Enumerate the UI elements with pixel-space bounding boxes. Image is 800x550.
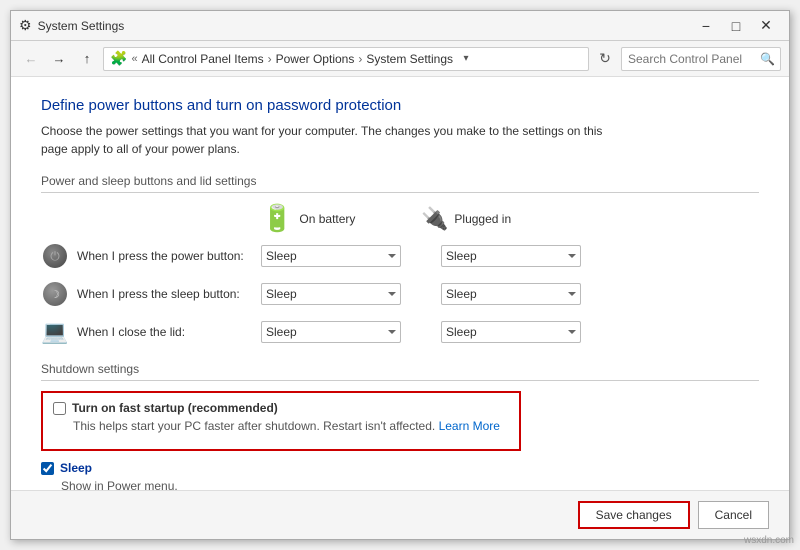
save-button[interactable]: Save changes bbox=[578, 501, 690, 529]
col-battery-header: 🔋 On battery bbox=[261, 203, 421, 234]
lid-plugged-select[interactable]: Sleep Do nothing Hibernate Shut down Tur… bbox=[441, 321, 581, 343]
toolbar: ← → ↑ 🧩 « All Control Panel Items › Powe… bbox=[11, 41, 789, 77]
search-input[interactable] bbox=[621, 47, 781, 71]
power-table: 🔋 On battery 🔌 Plugged in ⏻ When I pre bbox=[41, 203, 759, 346]
row3-text: When I close the lid: bbox=[77, 325, 185, 339]
row1-battery-cell: Sleep Do nothing Hibernate Shut down Tur… bbox=[261, 245, 421, 267]
back-button[interactable]: ← bbox=[19, 47, 43, 71]
close-button[interactable]: ✕ bbox=[751, 14, 781, 38]
section2-label: Shutdown settings bbox=[41, 362, 759, 381]
search-icon: 🔍 bbox=[760, 52, 775, 66]
breadcrumb-part3: System Settings bbox=[366, 52, 453, 66]
breadcrumb-sep2: › bbox=[358, 52, 362, 66]
plug-icon: 🔌 bbox=[421, 206, 448, 232]
titlebar-left: ⚙ System Settings bbox=[19, 17, 124, 34]
row2-plugged-cell: Sleep Do nothing Hibernate Shut down Tur… bbox=[441, 283, 601, 305]
table-row: ⏻ When I press the power button: Sleep D… bbox=[41, 242, 759, 270]
titlebar: ⚙ System Settings − □ ✕ bbox=[11, 11, 789, 41]
footer: Save changes Cancel bbox=[11, 490, 789, 539]
row1-text: When I press the power button: bbox=[77, 249, 244, 263]
plugged-label: Plugged in bbox=[454, 212, 511, 226]
breadcrumb-part2: Power Options bbox=[276, 52, 355, 66]
lid-battery-select[interactable]: Sleep Do nothing Hibernate Shut down Tur… bbox=[261, 321, 401, 343]
learn-more-link[interactable]: Learn More bbox=[439, 419, 500, 433]
row2-text: When I press the sleep button: bbox=[77, 287, 240, 301]
power-circle-icon: ⏻ bbox=[43, 244, 67, 268]
row3-label: 💻 When I close the lid: bbox=[41, 318, 261, 346]
main-content: Define power buttons and turn on passwor… bbox=[11, 77, 789, 490]
row3-plugged-cell: Sleep Do nothing Hibernate Shut down Tur… bbox=[441, 321, 601, 343]
window-title: System Settings bbox=[38, 19, 125, 33]
sleep-option: Sleep Show in Power menu. bbox=[41, 461, 759, 490]
titlebar-controls: − □ ✕ bbox=[691, 14, 781, 38]
row2-label: ☽ When I press the sleep button: bbox=[41, 280, 261, 308]
lid-icon-wrap: 💻 bbox=[41, 318, 69, 346]
row1-plugged-cell: Sleep Do nothing Hibernate Shut down Tur… bbox=[441, 245, 601, 267]
power-button-battery-select[interactable]: Sleep Do nothing Hibernate Shut down Tur… bbox=[261, 245, 401, 267]
fast-startup-row: Turn on fast startup (recommended) bbox=[53, 401, 509, 415]
sleep-button-icon-wrap: ☽ bbox=[41, 280, 69, 308]
table-row: 💻 When I close the lid: Sleep Do nothing… bbox=[41, 318, 759, 346]
page-title: Define power buttons and turn on passwor… bbox=[41, 97, 759, 114]
breadcrumb-sep1: › bbox=[268, 52, 272, 66]
fast-startup-desc: This helps start your PC faster after sh… bbox=[73, 419, 509, 433]
address-icon: 🧩 bbox=[110, 50, 127, 67]
page-description: Choose the power settings that you want … bbox=[41, 122, 621, 158]
power-button-plugged-select[interactable]: Sleep Do nothing Hibernate Shut down Tur… bbox=[441, 245, 581, 267]
sleep-circle-icon: ☽ bbox=[43, 282, 67, 306]
sleep-sublabel: Show in Power menu. bbox=[61, 479, 759, 490]
fast-startup-label[interactable]: Turn on fast startup (recommended) bbox=[72, 401, 278, 415]
table-header: 🔋 On battery 🔌 Plugged in bbox=[41, 203, 759, 234]
sleep-label[interactable]: Sleep bbox=[60, 461, 92, 475]
sleep-checkbox[interactable] bbox=[41, 462, 54, 475]
sleep-button-battery-select[interactable]: Sleep Do nothing Hibernate Shut down Tur… bbox=[261, 283, 401, 305]
section1-label: Power and sleep buttons and lid settings bbox=[41, 174, 759, 193]
breadcrumb-part1: All Control Panel Items bbox=[142, 52, 264, 66]
battery-icon: 🔋 bbox=[261, 203, 293, 234]
watermark: wsxdn.com bbox=[744, 535, 794, 546]
fast-startup-box: Turn on fast startup (recommended) This … bbox=[41, 391, 521, 451]
forward-button[interactable]: → bbox=[47, 47, 71, 71]
power-button-icon-wrap: ⏻ bbox=[41, 242, 69, 270]
row3-battery-cell: Sleep Do nothing Hibernate Shut down Tur… bbox=[261, 321, 421, 343]
maximize-button[interactable]: □ bbox=[721, 14, 751, 38]
lid-icon: 💻 bbox=[41, 319, 68, 345]
row1-label: ⏻ When I press the power button: bbox=[41, 242, 261, 270]
row2-battery-cell: Sleep Do nothing Hibernate Shut down Tur… bbox=[261, 283, 421, 305]
sleep-button-plugged-select[interactable]: Sleep Do nothing Hibernate Shut down Tur… bbox=[441, 283, 581, 305]
shutdown-section: Shutdown settings Turn on fast startup (… bbox=[41, 362, 759, 490]
main-window: ⚙ System Settings − □ ✕ ← → ↑ 🧩 « All Co… bbox=[10, 10, 790, 540]
fast-startup-checkbox[interactable] bbox=[53, 402, 66, 415]
breadcrumb-sep0: « bbox=[131, 53, 137, 65]
battery-label: On battery bbox=[299, 212, 355, 226]
address-dropdown-button[interactable]: ▾ bbox=[457, 47, 475, 71]
minimize-button[interactable]: − bbox=[691, 14, 721, 38]
up-button[interactable]: ↑ bbox=[75, 47, 99, 71]
address-bar: 🧩 « All Control Panel Items › Power Opti… bbox=[103, 47, 589, 71]
col-plugged-header: 🔌 Plugged in bbox=[421, 206, 581, 232]
refresh-button[interactable]: ↻ bbox=[593, 47, 617, 71]
search-wrapper: 🔍 bbox=[621, 47, 781, 71]
cancel-button[interactable]: Cancel bbox=[698, 501, 769, 529]
window-icon: ⚙ bbox=[19, 17, 32, 34]
table-row: ☽ When I press the sleep button: Sleep D… bbox=[41, 280, 759, 308]
